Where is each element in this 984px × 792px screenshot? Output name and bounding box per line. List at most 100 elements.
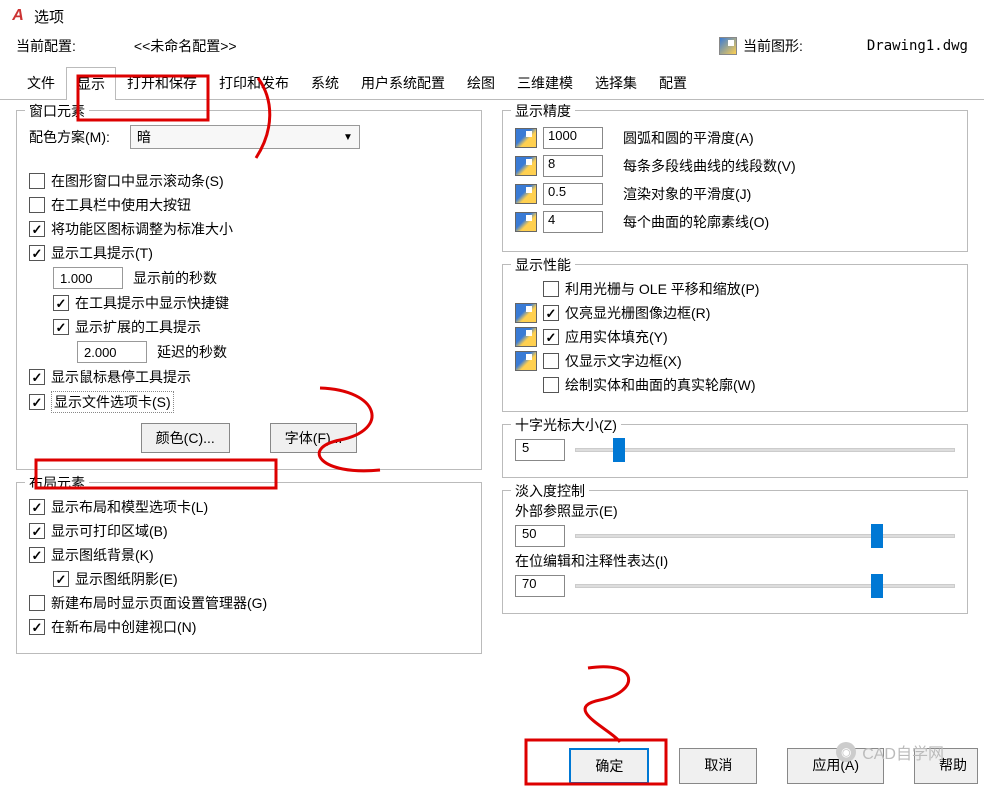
- display-precision-title: 显示精度: [511, 101, 575, 121]
- lbl-resize-icons: 将功能区图标调整为标准大小: [51, 219, 233, 239]
- lbl-solid-fill: 应用实体填充(Y): [565, 327, 668, 347]
- lbl-raster-frame: 仅亮显光栅图像边框(R): [565, 303, 710, 323]
- tab-display[interactable]: 显示: [66, 67, 116, 100]
- fade-title: 淡入度控制: [511, 481, 589, 501]
- chk-pagesetup[interactable]: [29, 595, 45, 611]
- lbl-scrollbars: 在图形窗口中显示滚动条(S): [51, 171, 224, 191]
- input-inplace[interactable]: 70: [515, 575, 565, 597]
- inplace-label: 在位编辑和注释性表达(I): [515, 551, 955, 571]
- lbl-render: 渲染对象的平滑度(J): [623, 184, 751, 204]
- input-seconds-before[interactable]: 1.000: [53, 267, 123, 289]
- chk-raster-frame[interactable]: [543, 305, 559, 321]
- lbl-surface: 每个曲面的轮廓素线(O): [623, 212, 769, 232]
- chk-papershadow[interactable]: [53, 571, 69, 587]
- lbl-extended: 显示扩展的工具提示: [75, 317, 201, 337]
- input-arc[interactable]: 1000: [543, 127, 603, 149]
- drawing-icon: [719, 37, 737, 55]
- watermark: ◉ CAD自学网: [836, 740, 944, 764]
- lbl-raster-pan: 利用光栅与 OLE 平移和缩放(P): [565, 279, 759, 299]
- chk-printable[interactable]: [29, 523, 45, 539]
- window-elements-title: 窗口元素: [25, 101, 89, 121]
- input-render[interactable]: 0.5: [543, 183, 603, 205]
- chk-shortcuts[interactable]: [53, 295, 69, 311]
- chk-tooltips[interactable]: [29, 245, 45, 261]
- lbl-file-tabs: 显示文件选项卡(S): [51, 391, 174, 413]
- app-logo: A: [8, 6, 28, 26]
- chk-text-frame[interactable]: [543, 353, 559, 369]
- current-config-value: <<未命名配置>>: [134, 36, 237, 56]
- chk-big-buttons[interactable]: [29, 197, 45, 213]
- lbl-paperbg: 显示图纸背景(K): [51, 545, 154, 565]
- layout-elements-group: 布局元素 显示布局和模型选项卡(L) 显示可打印区域(B) 显示图纸背景(K) …: [16, 482, 482, 654]
- fonts-button[interactable]: 字体(F)...: [270, 423, 358, 453]
- dwg-icon: [515, 128, 537, 148]
- lbl-hover: 显示鼠标悬停工具提示: [51, 367, 191, 387]
- chk-solid-fill[interactable]: [543, 329, 559, 345]
- input-polyline[interactable]: 8: [543, 155, 603, 177]
- color-scheme-value: 暗: [137, 127, 151, 147]
- color-scheme-label: 配色方案(M):: [29, 127, 110, 147]
- config-row: 当前配置: <<未命名配置>> 当前图形: Drawing1.dwg: [0, 32, 984, 60]
- lbl-text-frame: 仅显示文字边框(X): [565, 351, 682, 371]
- tab-userpref[interactable]: 用户系统配置: [350, 66, 456, 99]
- tab-system[interactable]: 系统: [300, 66, 350, 99]
- chk-file-tabs[interactable]: [29, 394, 45, 410]
- chk-true-sil[interactable]: [543, 377, 559, 393]
- tab-drafting[interactable]: 绘图: [456, 66, 506, 99]
- chk-layout-tabs[interactable]: [29, 499, 45, 515]
- input-surface[interactable]: 4: [543, 211, 603, 233]
- wechat-icon: ◉: [836, 742, 856, 762]
- title-bar: A 选项: [0, 0, 984, 32]
- layout-elements-title: 布局元素: [25, 473, 89, 493]
- current-config-label: 当前配置:: [16, 36, 76, 56]
- window-elements-group: 窗口元素 配色方案(M): 暗 ▼ 在图形窗口中显示滚动条(S) 在工具栏中使用…: [16, 110, 482, 470]
- chevron-down-icon: ▼: [343, 132, 353, 143]
- dwg-icon: [515, 303, 537, 323]
- dialog-title: 选项: [34, 6, 64, 27]
- chk-raster-pan[interactable]: [543, 281, 559, 297]
- dwg-icon: [515, 351, 537, 371]
- cancel-button[interactable]: 取消: [679, 748, 757, 784]
- input-xref[interactable]: 50: [515, 525, 565, 547]
- crosshair-slider[interactable]: [575, 441, 955, 459]
- xref-label: 外部参照显示(E): [515, 501, 955, 521]
- fade-group: 淡入度控制 外部参照显示(E) 50 在位编辑和注释性表达(I) 70: [502, 490, 968, 614]
- dwg-icon: [515, 327, 537, 347]
- lbl-shortcuts: 在工具提示中显示快捷键: [75, 293, 229, 313]
- display-precision-group: 显示精度 1000圆弧和圆的平滑度(A) 8每条多段线曲线的线段数(V) 0.5…: [502, 110, 968, 252]
- input-crosshair[interactable]: 5: [515, 439, 565, 461]
- ok-button[interactable]: 确定: [569, 748, 649, 784]
- chk-extended[interactable]: [53, 319, 69, 335]
- tab-profiles[interactable]: 配置: [648, 66, 698, 99]
- color-scheme-select[interactable]: 暗 ▼: [130, 125, 360, 149]
- lbl-layout-tabs: 显示布局和模型选项卡(L): [51, 497, 208, 517]
- xref-slider[interactable]: [575, 527, 955, 545]
- chk-paperbg[interactable]: [29, 547, 45, 563]
- crosshair-title: 十字光标大小(Z): [511, 415, 621, 435]
- tab-plot[interactable]: 打印和发布: [208, 66, 300, 99]
- display-perf-title: 显示性能: [511, 255, 575, 275]
- chk-hover[interactable]: [29, 369, 45, 385]
- chk-viewport[interactable]: [29, 619, 45, 635]
- lbl-true-sil: 绘制实体和曲面的真实轮廓(W): [565, 375, 756, 395]
- tab-opensave[interactable]: 打开和保存: [116, 66, 208, 99]
- lbl-papershadow: 显示图纸阴影(E): [75, 569, 178, 589]
- inplace-slider[interactable]: [575, 577, 955, 595]
- lbl-tooltips: 显示工具提示(T): [51, 243, 153, 263]
- tab-selection[interactable]: 选择集: [584, 66, 648, 99]
- colors-button[interactable]: 颜色(C)...: [141, 423, 230, 453]
- lbl-delay: 延迟的秒数: [157, 342, 227, 362]
- tab-file[interactable]: 文件: [16, 66, 66, 99]
- lbl-pagesetup: 新建布局时显示页面设置管理器(G): [51, 593, 267, 613]
- input-delay[interactable]: 2.000: [77, 341, 147, 363]
- tab-bar: 文件 显示 打开和保存 打印和发布 系统 用户系统配置 绘图 三维建模 选择集 …: [0, 66, 984, 100]
- dwg-icon: [515, 184, 537, 204]
- dwg-icon: [515, 212, 537, 232]
- lbl-viewport: 在新布局中创建视口(N): [51, 617, 196, 637]
- watermark-text: CAD自学网: [862, 740, 944, 764]
- current-drawing-label: 当前图形:: [743, 36, 803, 56]
- crosshair-group: 十字光标大小(Z) 5: [502, 424, 968, 478]
- chk-scrollbars[interactable]: [29, 173, 45, 189]
- chk-resize-icons[interactable]: [29, 221, 45, 237]
- tab-3dmodel[interactable]: 三维建模: [506, 66, 584, 99]
